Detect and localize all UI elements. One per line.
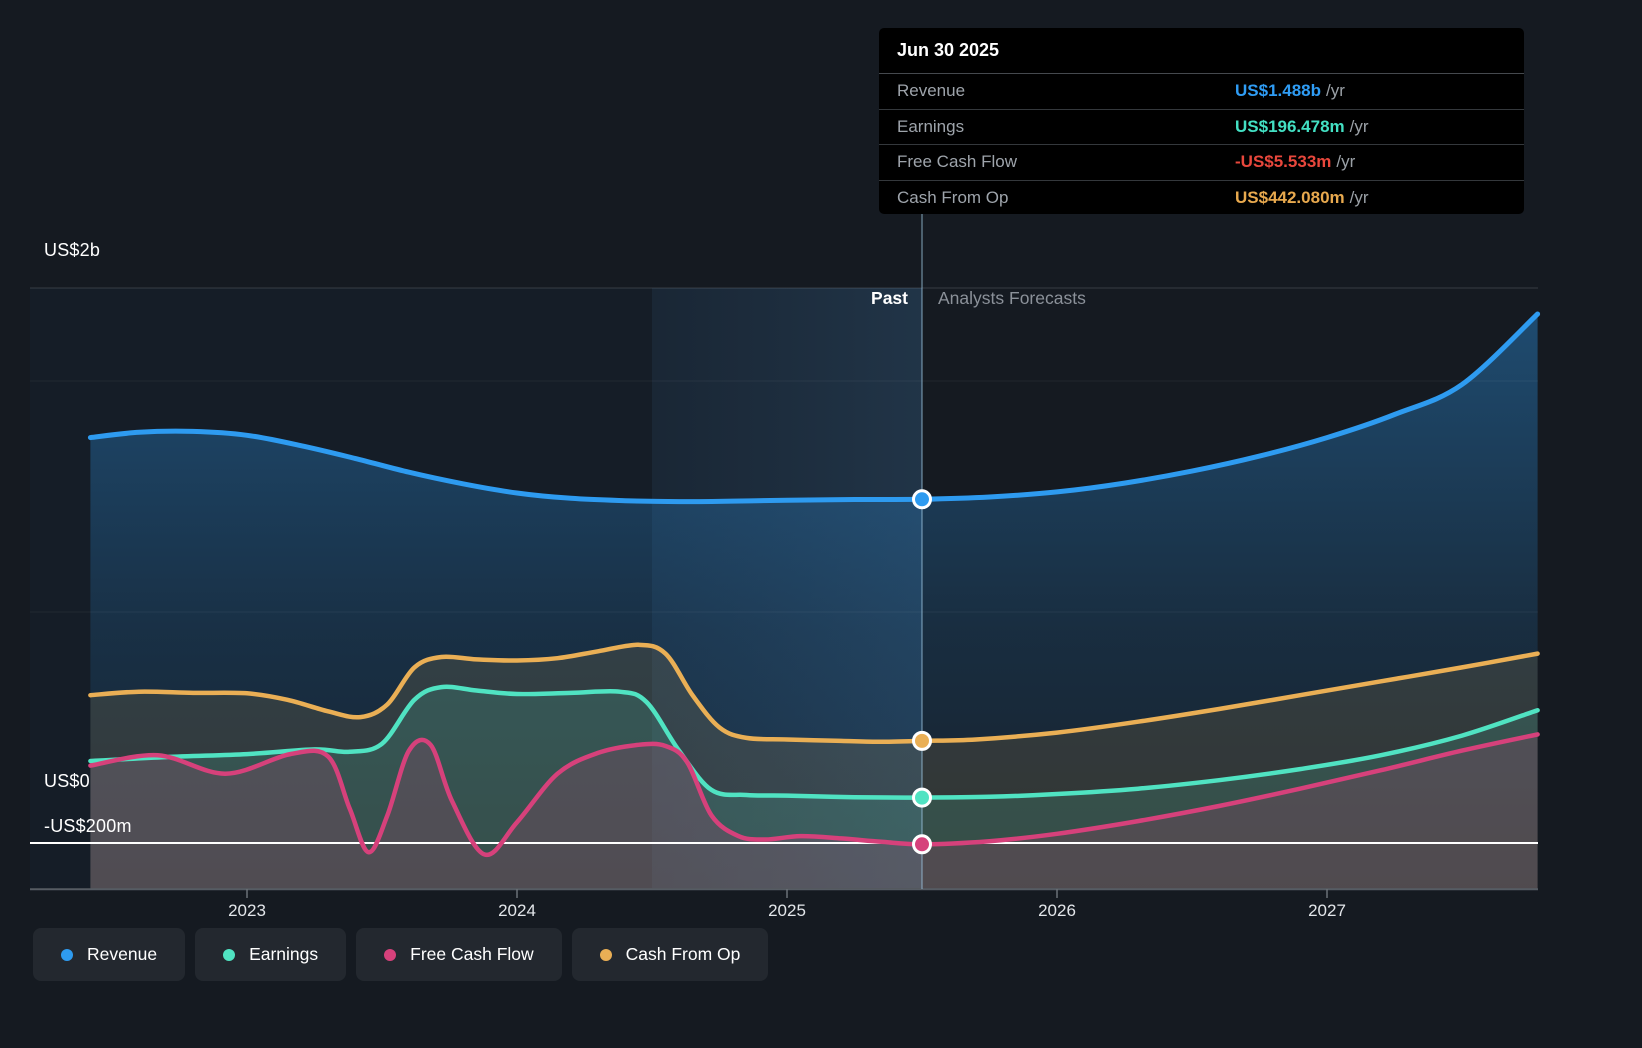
x-axis-label-2026: 2026 bbox=[1038, 901, 1076, 920]
tooltip-row-revenue: Revenue US$1.488b/yr bbox=[879, 74, 1524, 110]
earnings-revenue-growth-chart: US$2b US$0 -US$200m Past Analysts Foreca… bbox=[0, 0, 1642, 1048]
y-axis-label-2b: US$2b bbox=[44, 240, 101, 260]
tooltip-date: Jun 30 2025 bbox=[879, 28, 1524, 74]
tooltip-unit-earnings: /yr bbox=[1349, 116, 1369, 136]
free-cash-flow-legend-dot-icon bbox=[384, 948, 397, 961]
y-axis-label-0: US$0 bbox=[44, 771, 90, 791]
tooltip-label-earnings: Earnings bbox=[897, 116, 965, 136]
legend-label-revenue: Revenue bbox=[87, 944, 158, 964]
chart-tooltip: Jun 30 2025 Revenue US$1.488b/yr Earning… bbox=[879, 28, 1524, 214]
legend-item-revenue[interactable]: Revenue bbox=[33, 928, 186, 981]
tooltip-label-free-cash-flow: Free Cash Flow bbox=[897, 152, 1017, 172]
legend-item-cash-from-op[interactable]: Cash From Op bbox=[571, 928, 769, 981]
analysts-forecasts-label: Analysts Forecasts bbox=[938, 288, 1086, 308]
x-axis-label-2027: 2027 bbox=[1308, 901, 1346, 920]
chart-legend: Revenue Earnings Free Cash Flow Cash Fro… bbox=[33, 928, 769, 981]
legend-item-free-cash-flow[interactable]: Free Cash Flow bbox=[356, 928, 562, 981]
tooltip-unit-free-cash-flow: /yr bbox=[1336, 152, 1356, 172]
free-cash-flow-marker bbox=[912, 834, 932, 855]
tooltip-unit-revenue: /yr bbox=[1326, 81, 1345, 101]
tooltip-value-free-cash-flow: -US$5.533m bbox=[1235, 152, 1332, 172]
x-axis-label-2024: 2024 bbox=[498, 901, 536, 920]
tooltip-value-revenue: US$1.488b bbox=[1235, 81, 1321, 101]
tooltip-value-cash-from-op: US$442.080m bbox=[1235, 187, 1345, 207]
tooltip-unit-cash-from-op: /yr bbox=[1349, 187, 1369, 207]
past-label: Past bbox=[871, 288, 908, 308]
tooltip-row-cash-from-op: Cash From Op US$442.080m/yr bbox=[879, 181, 1524, 216]
tooltip-label-revenue: Revenue bbox=[897, 81, 966, 101]
tooltip-value-earnings: US$196.478m bbox=[1235, 116, 1345, 136]
x-axis-label-2025: 2025 bbox=[768, 901, 806, 920]
revenue-legend-dot-icon bbox=[61, 948, 73, 961]
legend-label-free-cash-flow: Free Cash Flow bbox=[410, 944, 534, 964]
x-axis-label-2023: 2023 bbox=[228, 901, 266, 920]
cash-from-op-legend-dot-icon bbox=[599, 948, 612, 961]
legend-item-earnings[interactable]: Earnings bbox=[195, 928, 347, 981]
tooltip-row-earnings: Earnings US$196.478m/yr bbox=[879, 110, 1524, 145]
legend-label-earnings: Earnings bbox=[249, 944, 319, 964]
earnings-marker bbox=[912, 787, 932, 808]
tooltip-row-free-cash-flow: Free Cash Flow -US$5.533m/yr bbox=[879, 145, 1524, 181]
revenue-marker bbox=[912, 489, 932, 510]
y-axis-label-neg200m: -US$200m bbox=[44, 816, 132, 836]
earnings-legend-dot-icon bbox=[223, 948, 236, 961]
legend-label-cash-from-op: Cash From Op bbox=[625, 944, 741, 964]
tooltip-label-cash-from-op: Cash From Op bbox=[897, 187, 1009, 207]
cash-from-op-marker bbox=[912, 730, 932, 751]
